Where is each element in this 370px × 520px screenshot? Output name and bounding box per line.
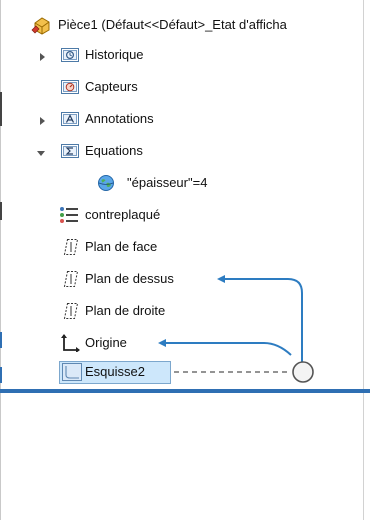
tree-root-label: Pièce1 (Défaut<<Défaut>_Etat d'afficha [58,17,287,32]
plane-icon [62,270,80,288]
tree-item-plan-de-face[interactable]: Plan de face [0,235,362,259]
tree-item-plan-de-droite[interactable]: Plan de droite [0,299,362,323]
tree-item-label: contreplaqué [85,207,161,222]
sketch-icon [62,363,82,381]
tree-item-label: Plan de face [85,239,158,254]
tree-item-label: Origine [85,335,127,350]
tree-item-global-variable[interactable]: "épaisseur"=4 [0,171,362,195]
tree-item-annotations[interactable]: Annotations [0,107,362,131]
right-frame-line [363,0,364,520]
tree-item-label: "épaisseur"=4 [127,175,208,190]
rollback-bar[interactable] [0,389,370,393]
tree-item-plan-de-dessus[interactable]: Plan de dessus [0,267,362,291]
plane-icon [62,238,80,256]
material-icon [59,206,79,224]
feature-manager-tree: Pièce1 (Défaut<<Défaut>_Etat d'afficha H… [0,0,362,390]
tree-root-part[interactable]: Pièce1 (Défaut<<Défaut>_Etat d'afficha [0,13,362,37]
global-variable-icon [96,174,116,192]
tree-item-material[interactable]: contreplaqué [0,203,362,227]
expand-arrow-icon[interactable] [37,114,47,125]
part-icon [31,15,53,35]
tree-item-label: Plan de dessus [85,271,174,286]
tree-item-label: Equations [85,143,143,158]
origin-icon [61,334,81,353]
expand-arrow-icon[interactable] [37,50,47,61]
tree-item-label: Annotations [85,111,154,126]
tree-item-capteurs[interactable]: Capteurs [0,75,362,99]
tree-item-label: Capteurs [85,79,138,94]
plane-icon [62,302,80,320]
tree-item-label: Esquisse2 [85,364,145,379]
tree-item-equations[interactable]: Equations [0,139,362,163]
history-folder-icon [60,46,80,64]
equations-folder-icon [60,142,80,160]
relation-handle-circle-icon[interactable] [291,360,315,384]
tree-item-label: Historique [85,47,144,62]
tree-item-label: Plan de droite [85,303,166,318]
collapse-arrow-icon[interactable] [36,146,46,156]
tree-item-historique[interactable]: Historique [0,43,362,67]
annotations-folder-icon [60,110,80,128]
sensors-folder-icon [60,78,80,96]
tree-item-origine[interactable]: Origine [0,331,362,355]
